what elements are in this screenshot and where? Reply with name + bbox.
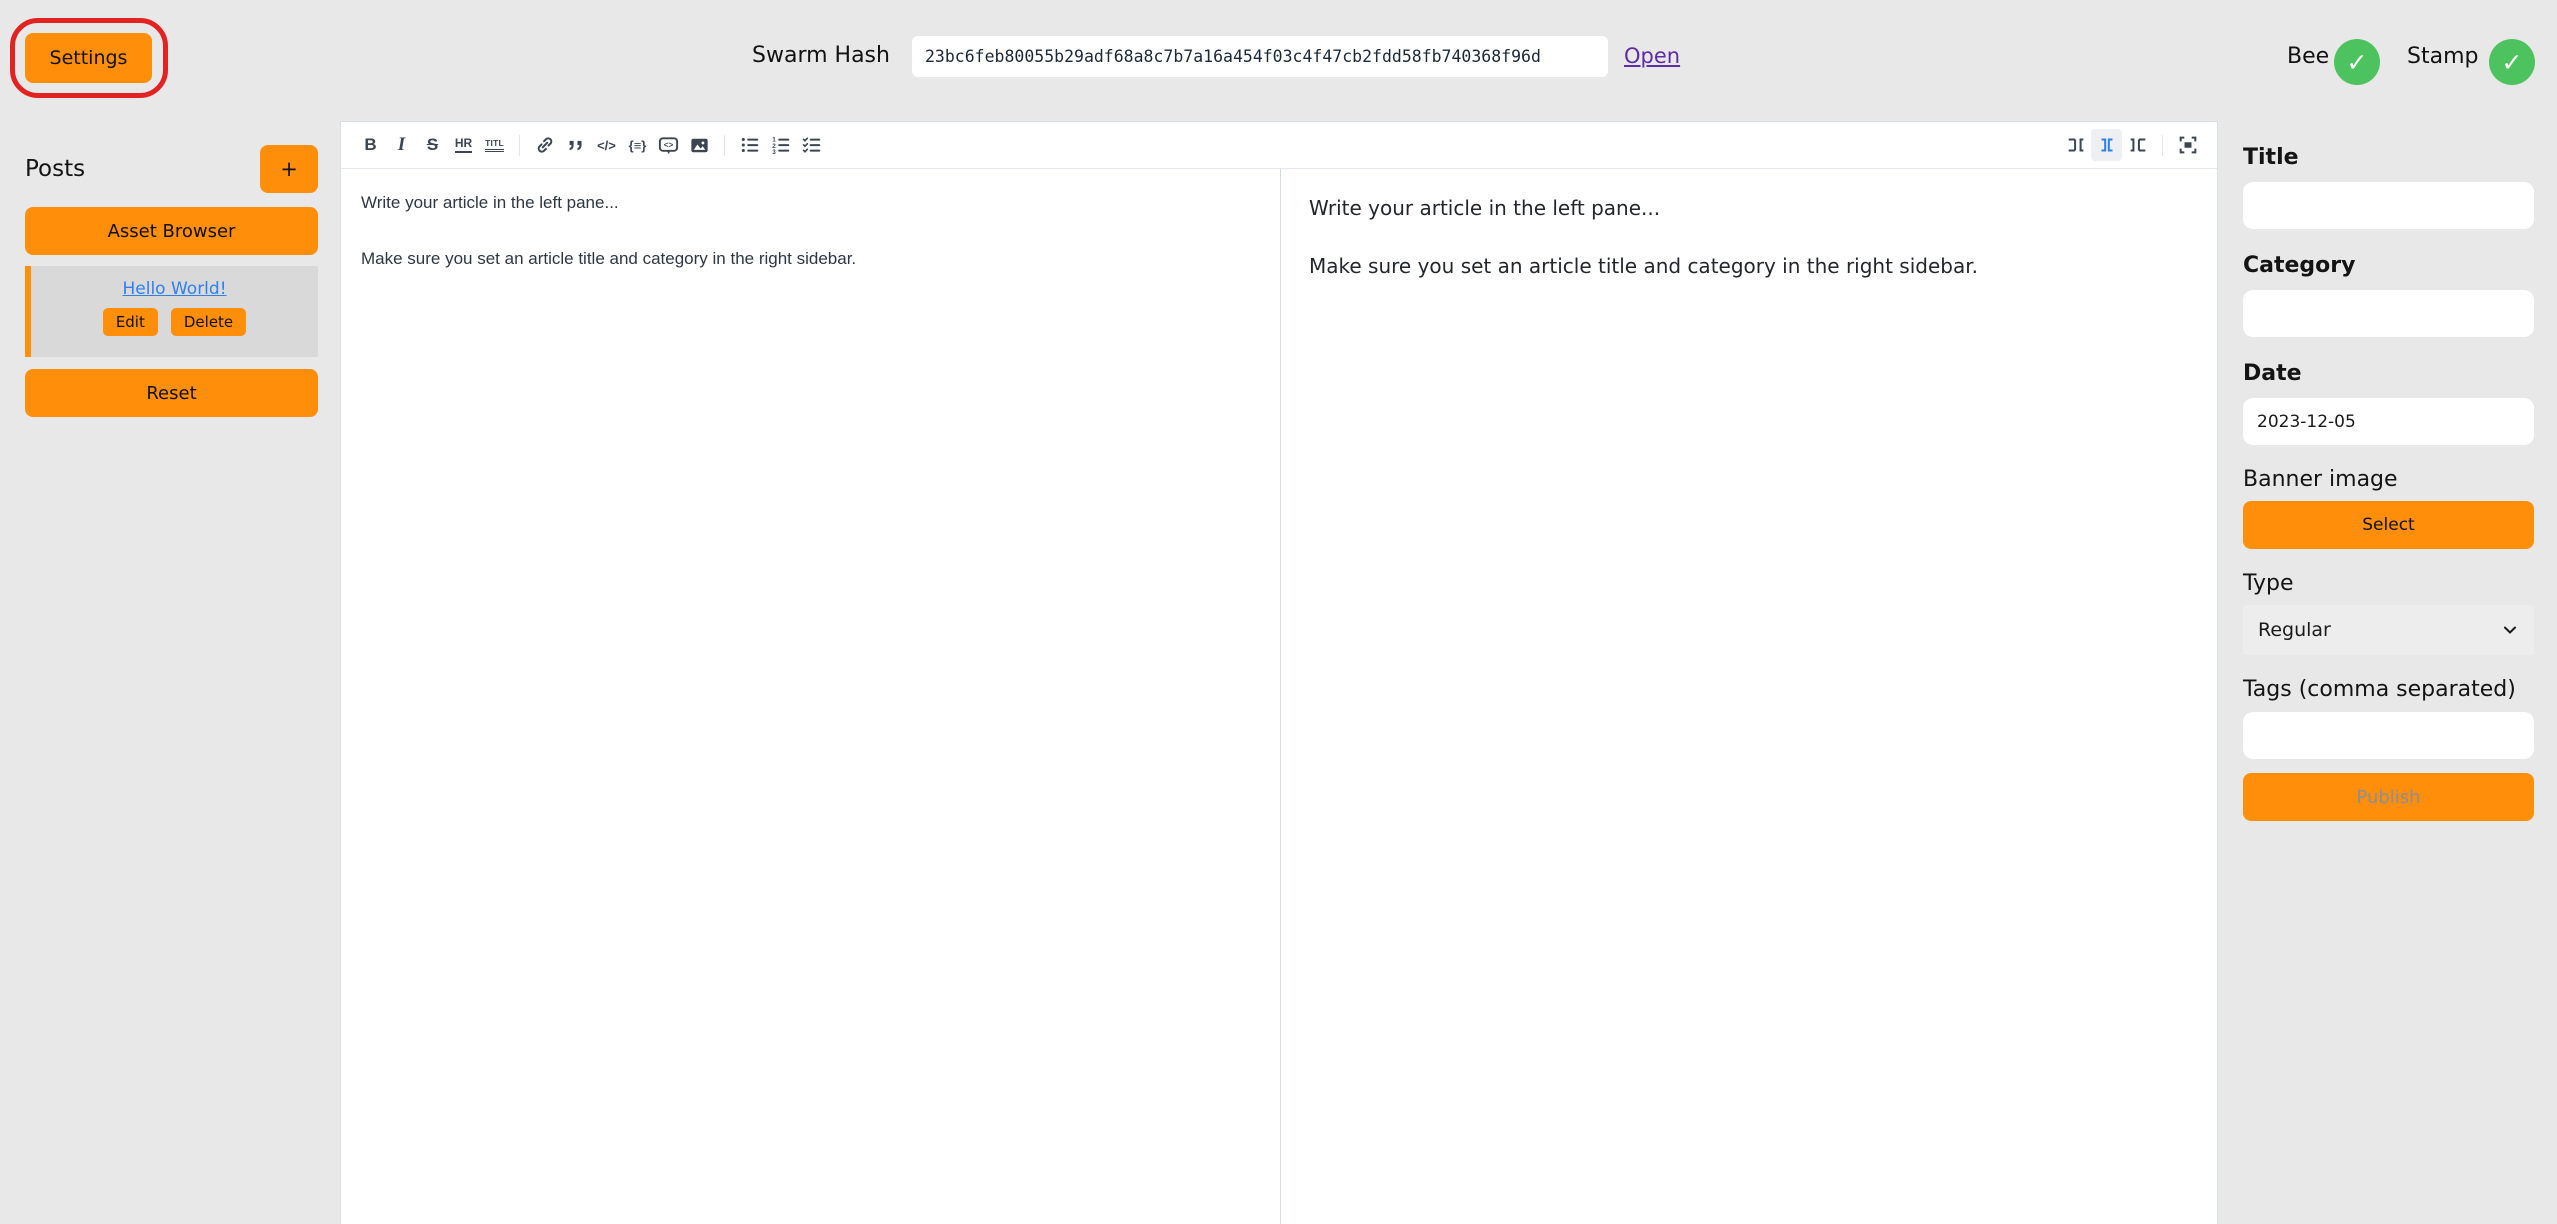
toolbar-divider [724, 135, 725, 156]
post-list-item: Hello World! Edit Delete [25, 266, 318, 357]
italic-icon[interactable]: I [386, 129, 417, 161]
editor-toolbar: B I S HR TITL </> {≡} [341, 122, 2217, 169]
preview-line: Write your article in the left pane... [1309, 194, 2189, 222]
tags-label: Tags (comma separated) [2243, 677, 2534, 702]
preview-only-view-icon[interactable] [2122, 129, 2153, 161]
preview-line: Make sure you set an article title and c… [1309, 252, 2189, 280]
type-select[interactable]: Regular [2243, 605, 2534, 655]
markdown-line: Write your article in the left pane... [361, 190, 1260, 215]
blockquote-icon[interactable] [560, 129, 591, 161]
asset-browser-button[interactable]: Asset Browser [25, 207, 318, 255]
tags-input[interactable] [2243, 712, 2534, 759]
stamp-check-icon: ✓ [2489, 39, 2535, 85]
publish-button[interactable]: Publish [2243, 773, 2534, 821]
bullet-list-icon[interactable] [734, 129, 765, 161]
title-label: Title [2243, 145, 2534, 170]
markdown-input-pane[interactable]: Write your article in the left pane... M… [341, 169, 1281, 1224]
ordered-list-icon[interactable]: 1 2 3 [765, 129, 796, 161]
swarm-hash-label: Swarm Hash [752, 43, 890, 68]
comment-code-icon[interactable]: <> [653, 129, 684, 161]
type-label: Type [2243, 571, 2534, 596]
image-icon[interactable] [684, 129, 715, 161]
add-post-button[interactable]: + [260, 145, 318, 193]
strikethrough-icon[interactable]: S [417, 129, 448, 161]
settings-button[interactable]: Settings [25, 33, 152, 83]
bee-check-icon: ✓ [2334, 39, 2380, 85]
date-label: Date [2243, 361, 2534, 386]
markdown-preview-pane: Write your article in the left pane... M… [1281, 169, 2217, 1224]
type-select-value: Regular [2258, 619, 2331, 641]
editor-only-view-icon[interactable] [2060, 129, 2091, 161]
title-input[interactable] [2243, 182, 2534, 229]
svg-text:<>: <> [664, 140, 674, 149]
edit-post-button[interactable]: Edit [103, 308, 158, 336]
split-view-icon[interactable] [2091, 129, 2122, 161]
toolbar-divider [519, 135, 520, 156]
fullscreen-icon[interactable] [2172, 129, 2203, 161]
app-window: Settings Swarm Hash Open Bee ✓ Stamp ✓ P… [0, 0, 2557, 1224]
code-block-icon[interactable]: {≡} [622, 129, 653, 161]
task-list-icon[interactable] [796, 129, 827, 161]
open-link[interactable]: Open [1624, 44, 1680, 68]
posts-sidebar: Posts + Asset Browser Hello World! Edit … [25, 145, 318, 417]
stamp-status-label: Stamp [2407, 44, 2478, 69]
markdown-editor: B I S HR TITL </> {≡} [340, 121, 2218, 1224]
posts-heading: Posts [25, 156, 85, 182]
horizontal-rule-icon[interactable]: HR [448, 129, 479, 161]
inline-code-icon[interactable]: </> [591, 129, 622, 161]
svg-text:3: 3 [772, 149, 776, 156]
link-icon[interactable] [529, 129, 560, 161]
post-title-link[interactable]: Hello World! [122, 279, 226, 299]
article-meta-panel: Title Category Date Banner image Select … [2243, 145, 2534, 821]
bee-status-label: Bee [2287, 44, 2329, 69]
title-heading-icon[interactable]: TITL [479, 129, 510, 161]
chevron-down-icon [2501, 621, 2519, 639]
category-input[interactable] [2243, 290, 2534, 337]
reset-button[interactable]: Reset [25, 369, 318, 417]
bold-icon[interactable]: B [355, 129, 386, 161]
toolbar-divider [2162, 135, 2163, 156]
swarm-hash-input[interactable] [912, 36, 1608, 77]
banner-image-label: Banner image [2243, 467, 2534, 492]
delete-post-button[interactable]: Delete [171, 308, 246, 336]
select-banner-button[interactable]: Select [2243, 501, 2534, 549]
markdown-line: Make sure you set an article title and c… [361, 246, 1260, 271]
category-label: Category [2243, 253, 2534, 278]
date-input[interactable] [2243, 398, 2534, 445]
